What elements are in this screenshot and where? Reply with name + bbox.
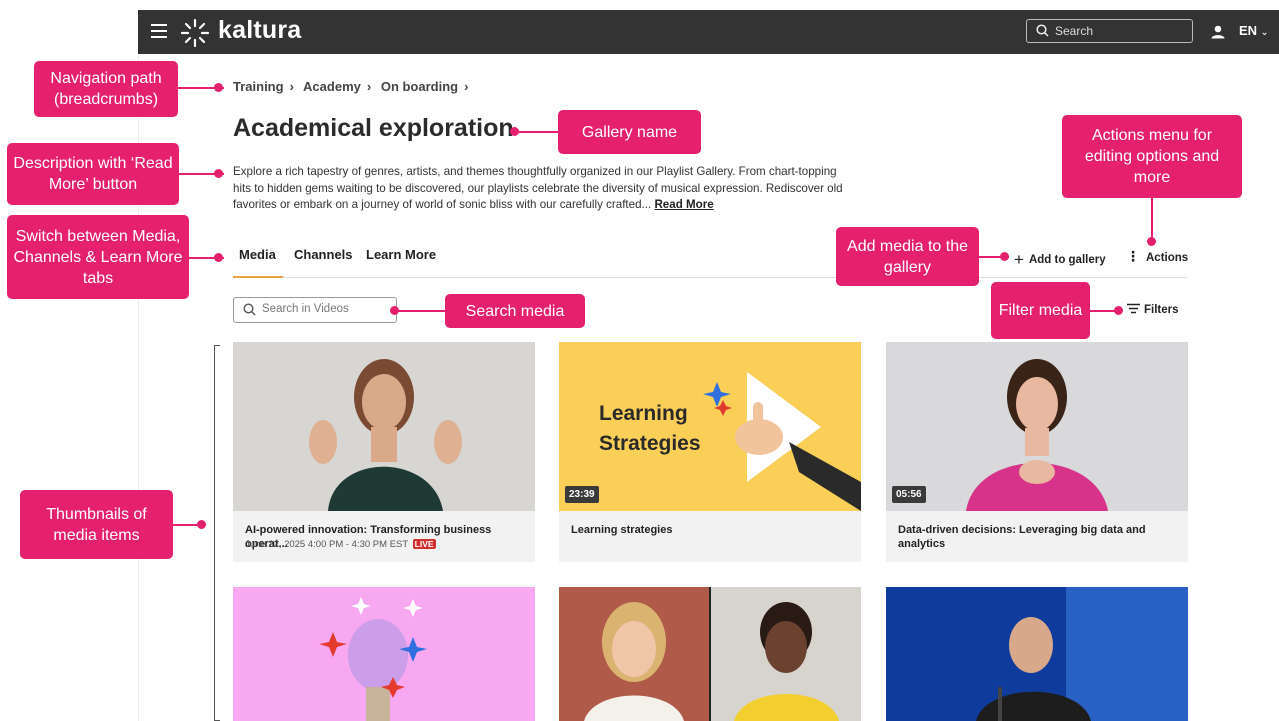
callout-dot	[214, 83, 223, 92]
filters-label: Filters	[1144, 304, 1179, 316]
callout-description: Description with ‘Read More’ button	[7, 143, 179, 205]
thumbnail-caption-line: Strategies	[599, 432, 701, 455]
chevron-down-icon: ⌄	[1260, 27, 1269, 37]
breadcrumb-item[interactable]: On boarding	[381, 79, 458, 94]
gallery-title: Academical exploration	[233, 114, 514, 142]
callout-dot	[214, 169, 223, 178]
bracket-tick	[214, 345, 220, 346]
brand-name[interactable]: kaltura	[218, 16, 301, 45]
media-search-placeholder: Search in Videos	[262, 303, 349, 315]
breadcrumb-separator: ›	[289, 79, 294, 94]
callout-dot	[1000, 252, 1009, 261]
more-vertical-icon: ⋮	[1126, 248, 1140, 264]
filter-icon	[1127, 303, 1140, 314]
kaltura-logo-icon	[180, 18, 210, 48]
callout-dot	[390, 306, 399, 315]
callout-dot	[1147, 237, 1156, 246]
tab-media[interactable]: Media	[239, 247, 276, 262]
media-card[interactable]	[233, 587, 535, 721]
language-label: EN	[1239, 23, 1258, 38]
search-placeholder: Search	[1055, 24, 1094, 38]
callout-dot	[510, 127, 519, 136]
duration-badge: 05:56	[892, 486, 926, 503]
callout-tabs: Switch between Media, Channels & Learn M…	[7, 215, 189, 299]
callout-connector	[515, 131, 558, 133]
media-schedule: June 22, 2025 4:00 PM - 4:30 PM EST	[245, 539, 409, 550]
breadcrumb-separator: ›	[464, 79, 469, 94]
media-thumbnail[interactable]: Learning Strategies 23:39	[559, 342, 861, 511]
tab-channels[interactable]: Channels	[294, 247, 353, 262]
callout-dot	[214, 253, 223, 262]
callout-connector	[397, 310, 445, 312]
description-text: Explore a rich tapestry of genres, artis…	[233, 165, 843, 211]
thumbnails-bracket	[214, 345, 215, 721]
lightbulb-thumbnail-image	[233, 587, 535, 721]
hamburger-menu-icon[interactable]	[151, 24, 167, 38]
presenter-thumbnail-image	[233, 342, 535, 511]
media-title[interactable]: Learning strategies	[571, 523, 856, 537]
breadcrumb-item[interactable]: Training	[233, 79, 284, 94]
live-badge: LIVE	[412, 539, 436, 549]
media-thumbnail[interactable]	[886, 587, 1188, 721]
callout-breadcrumbs: Navigation path (breadcrumbs)	[34, 61, 178, 117]
gallery-description: Explore a rich tapestry of genres, artis…	[233, 164, 853, 214]
media-thumbnail[interactable]	[559, 587, 861, 721]
breadcrumb: Training › Academy › On boarding ›	[233, 79, 474, 94]
duration-badge: 23:39	[565, 486, 599, 503]
callout-dot	[197, 520, 206, 529]
media-title[interactable]: Data-driven decisions: Leveraging big da…	[898, 523, 1183, 551]
presenter-thumbnail-image	[886, 342, 1188, 511]
breadcrumb-item[interactable]: Academy	[303, 79, 361, 94]
search-icon	[243, 303, 256, 316]
language-selector[interactable]: EN ⌄	[1239, 23, 1268, 38]
thumbnail-caption: Learning Strategies	[599, 399, 701, 459]
callout-actions-menu: Actions menu for editing options and mor…	[1062, 115, 1242, 198]
media-date: June 22, 2025 4:00 PM - 4:30 PM EST LIVE	[245, 539, 436, 550]
tabs-divider	[233, 277, 1187, 278]
two-presenters-thumbnail-image	[559, 587, 861, 721]
global-search-input[interactable]: Search	[1026, 19, 1193, 43]
callout-add-media: Add media to the gallery	[836, 227, 979, 286]
breadcrumb-separator: ›	[366, 79, 372, 94]
read-more-link[interactable]: Read More	[654, 198, 713, 211]
media-thumbnail[interactable]	[233, 342, 535, 511]
callout-connector	[1151, 198, 1153, 242]
top-bar: kaltura Search EN ⌄	[138, 10, 1279, 54]
media-thumbnail[interactable]	[233, 587, 535, 721]
callout-filter-media: Filter media	[991, 282, 1090, 339]
actions-label: Actions	[1146, 252, 1189, 264]
media-card[interactable]	[559, 587, 861, 721]
callout-gallery-name: Gallery name	[558, 110, 701, 154]
tab-learn-more[interactable]: Learn More	[366, 247, 436, 262]
media-card[interactable]: Learning Strategies 23:39 Learning strat…	[559, 342, 861, 562]
actions-menu-button[interactable]: ⋮ Actions	[1126, 248, 1188, 265]
plus-icon: +	[1014, 250, 1024, 269]
filters-button[interactable]: Filters	[1127, 302, 1179, 316]
media-thumbnail[interactable]: 05:56	[886, 342, 1188, 511]
add-to-gallery-label: Add to gallery	[1028, 254, 1106, 266]
user-icon[interactable]	[1211, 25, 1225, 39]
add-to-gallery-button[interactable]: + Add to gallery	[1014, 248, 1106, 269]
callout-dot	[1114, 306, 1123, 315]
media-card[interactable]: AI-powered innovation: Transforming busi…	[233, 342, 535, 562]
media-card[interactable]	[886, 587, 1188, 721]
callout-search-media: Search media	[445, 294, 585, 328]
active-tab-indicator	[233, 276, 283, 278]
speaker-on-stage-thumbnail-image	[886, 587, 1188, 721]
callout-thumbnails: Thumbnails of media items	[20, 490, 173, 559]
media-search-input[interactable]: Search in Videos	[233, 297, 397, 323]
thumbnail-caption-line: Learning	[599, 402, 688, 425]
search-icon	[1036, 24, 1049, 37]
media-card[interactable]: 05:56 Data-driven decisions: Leveraging …	[886, 342, 1188, 562]
